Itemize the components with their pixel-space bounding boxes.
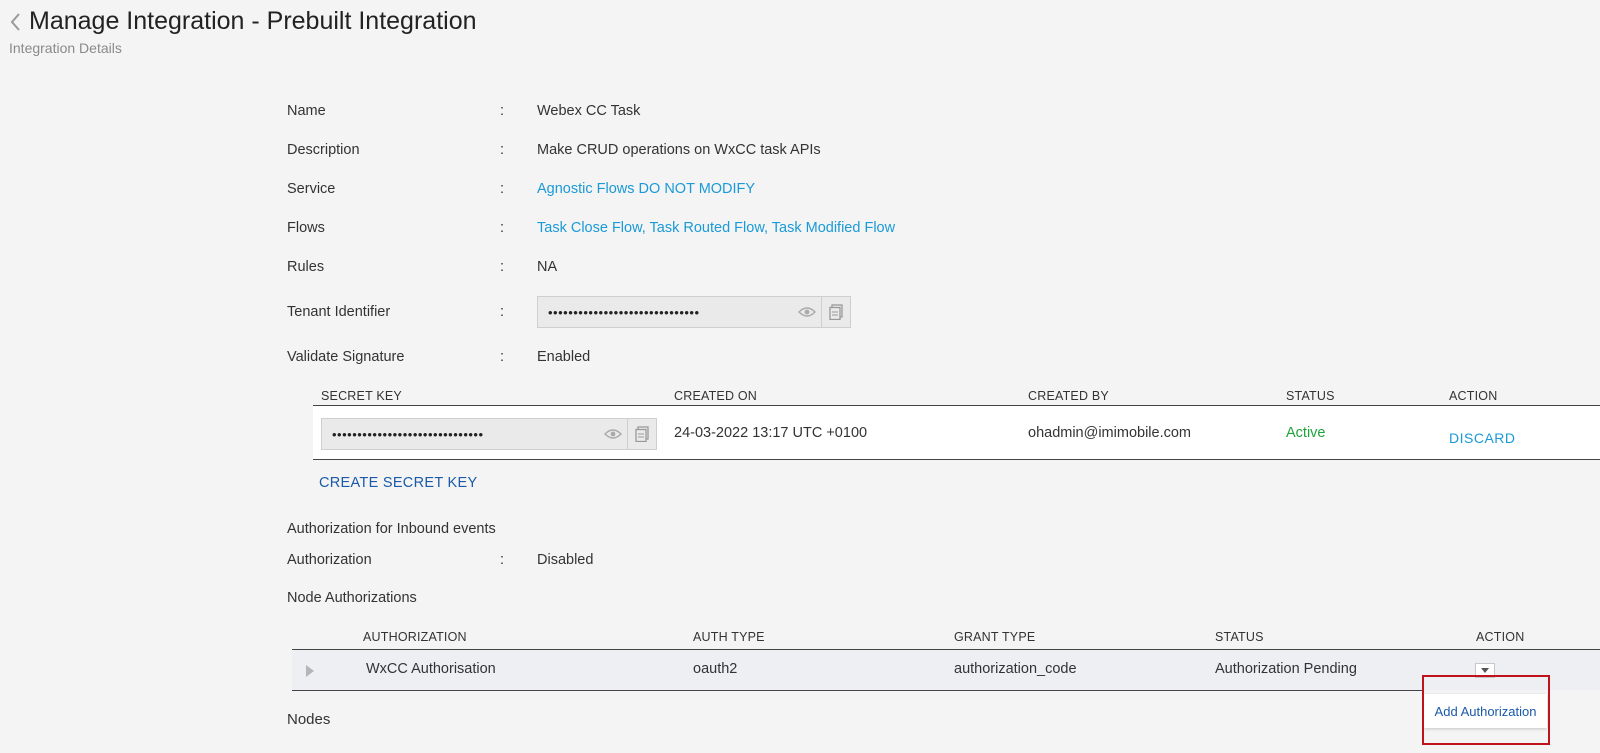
service-link[interactable]: Agnostic Flows DO NOT MODIFY [537, 181, 755, 197]
column-header-created-by: CREATED BY [1028, 389, 1109, 403]
colon: : [500, 349, 505, 365]
authorization-value: Disabled [537, 552, 594, 568]
divider [292, 690, 1422, 691]
tenant-identifier-field[interactable]: •••••••••••••••••••••••••••••• [537, 296, 851, 328]
tenant-identifier-value: •••••••••••••••••••••••••••••• [548, 304, 700, 320]
column-header-grant-type: GRANT TYPE [954, 630, 1036, 644]
authorization-name: WxCC Authorisation [366, 661, 496, 677]
service-label: Service [287, 181, 336, 197]
copy-icon[interactable] [627, 419, 656, 449]
column-header-authorization: AUTHORIZATION [363, 630, 467, 644]
column-header-created-on: CREATED ON [674, 389, 758, 403]
rules-label: Rules [287, 259, 325, 275]
colon: : [500, 220, 505, 236]
validate-signature-label: Validate Signature [287, 349, 405, 365]
authorization-status: Authorization Pending [1215, 661, 1357, 677]
colon: : [500, 181, 505, 197]
column-header-secret-key: SECRET KEY [321, 389, 402, 403]
description-value: Make CRUD operations on WxCC task APIs [537, 142, 821, 158]
secret-key-field[interactable]: •••••••••••••••••••••••••••••• [321, 418, 657, 450]
nodes-heading: Nodes [287, 711, 331, 728]
column-header-action: ACTION [1476, 630, 1525, 644]
inbound-auth-heading: Authorization for Inbound events [287, 521, 496, 537]
tenant-identifier-label: Tenant Identifier [287, 304, 391, 320]
divider [313, 459, 1600, 460]
column-header-auth-type: AUTH TYPE [693, 630, 765, 644]
created-by-value: ohadmin@imimobile.com [1028, 425, 1191, 441]
grant-type-value: authorization_code [954, 661, 1077, 677]
node-authorizations-heading: Node Authorizations [287, 590, 417, 606]
flows-label: Flows [287, 220, 325, 236]
auth-type-value: oauth2 [693, 661, 738, 677]
column-header-action: ACTION [1449, 389, 1498, 403]
validate-signature-value: Enabled [537, 349, 591, 365]
column-header-status: STATUS [1286, 389, 1335, 403]
page-title: Manage Integration - Prebuilt Integratio… [29, 7, 477, 35]
column-header-status: STATUS [1215, 630, 1264, 644]
created-on-value: 24-03-2022 13:17 UTC +0100 [674, 425, 868, 441]
name-value: Webex CC Task [537, 103, 641, 119]
name-label: Name [287, 103, 326, 119]
flows-link[interactable]: Task Close Flow, Task Routed Flow, Task … [537, 220, 895, 236]
status-badge: Active [1286, 425, 1326, 441]
highlight-box [1422, 675, 1550, 745]
discard-button[interactable]: DISCARD [1449, 430, 1516, 446]
description-label: Description [287, 142, 360, 158]
colon: : [500, 259, 505, 275]
back-chevron-icon[interactable] [8, 10, 22, 34]
copy-icon[interactable] [821, 297, 850, 327]
expand-row-icon[interactable] [305, 664, 315, 682]
secret-key-value: •••••••••••••••••••••••••••••• [332, 426, 484, 442]
page-subtitle: Integration Details [9, 40, 122, 56]
eye-icon[interactable] [793, 306, 821, 318]
colon: : [500, 103, 505, 119]
chevron-down-icon [1481, 668, 1489, 673]
create-secret-key-button[interactable]: CREATE SECRET KEY [319, 475, 477, 491]
colon: : [500, 142, 505, 158]
colon: : [500, 552, 505, 568]
eye-icon[interactable] [599, 428, 627, 440]
rules-value: NA [537, 259, 558, 275]
authorization-label: Authorization [287, 552, 372, 568]
colon: : [500, 304, 505, 320]
